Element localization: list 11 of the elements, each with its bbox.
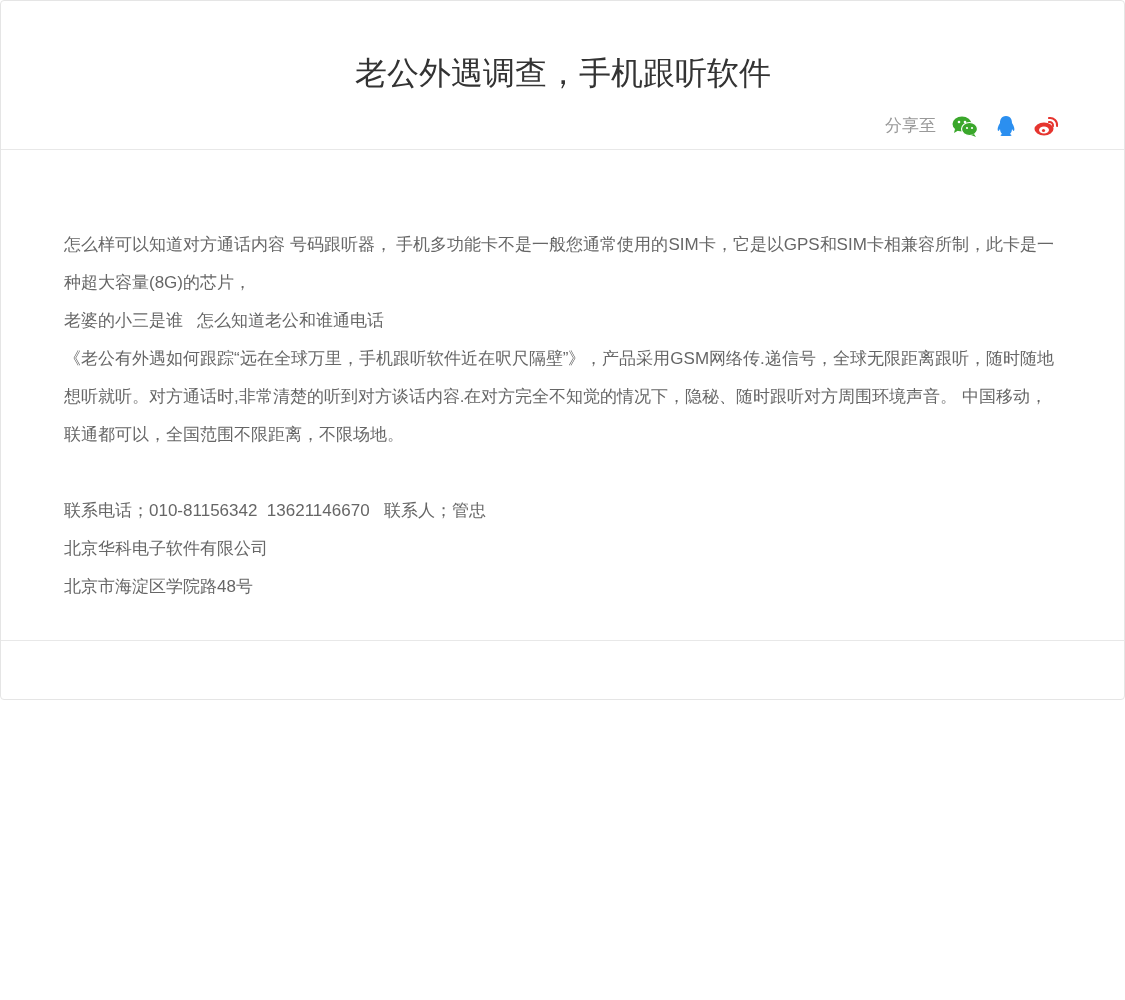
body-text: 怎么样可以知道对方通话内容 号码跟听器， 手机多功能卡不是一般您通常使用的SIM卡，它是以GPS和SIM卡相兼容所制，此卡是一种超大容量(8G)的芯片， [64, 233, 1055, 294]
body-text: 《老公有外遇如何跟踪“远在全球万里，手机跟听软件近在呎尺隔壁”》，产品采用GSM网络传.递信号，全球无限距离跟听，随时随地想听就听。对方通话时,非常清楚的听到对方谈话内容.在对方完全不知觉的情况下，隐秘、随时跟听对方周围环境声音。 中国移动，联通都可以，全国范围不限距离，不限场地。 [64, 347, 1055, 446]
body-text: 北京华科电子软件有限公司 [64, 537, 269, 560]
share-label: 分享至 [885, 115, 936, 137]
wechat-icon[interactable] [952, 114, 978, 137]
body-text: 北京市海淀区学院路48号 [64, 575, 254, 598]
article-title: 老公外遇调查，手机跟听软件 [354, 54, 771, 93]
weibo-icon[interactable] [1034, 114, 1060, 137]
penguin-icon[interactable] [996, 114, 1016, 137]
body-text: 联系电话；010-81156342 13621146670 联系人；管忠 [64, 499, 487, 522]
body-text: 老婆的小三是谁 怎么知道老公和谁通电话 [64, 309, 386, 332]
